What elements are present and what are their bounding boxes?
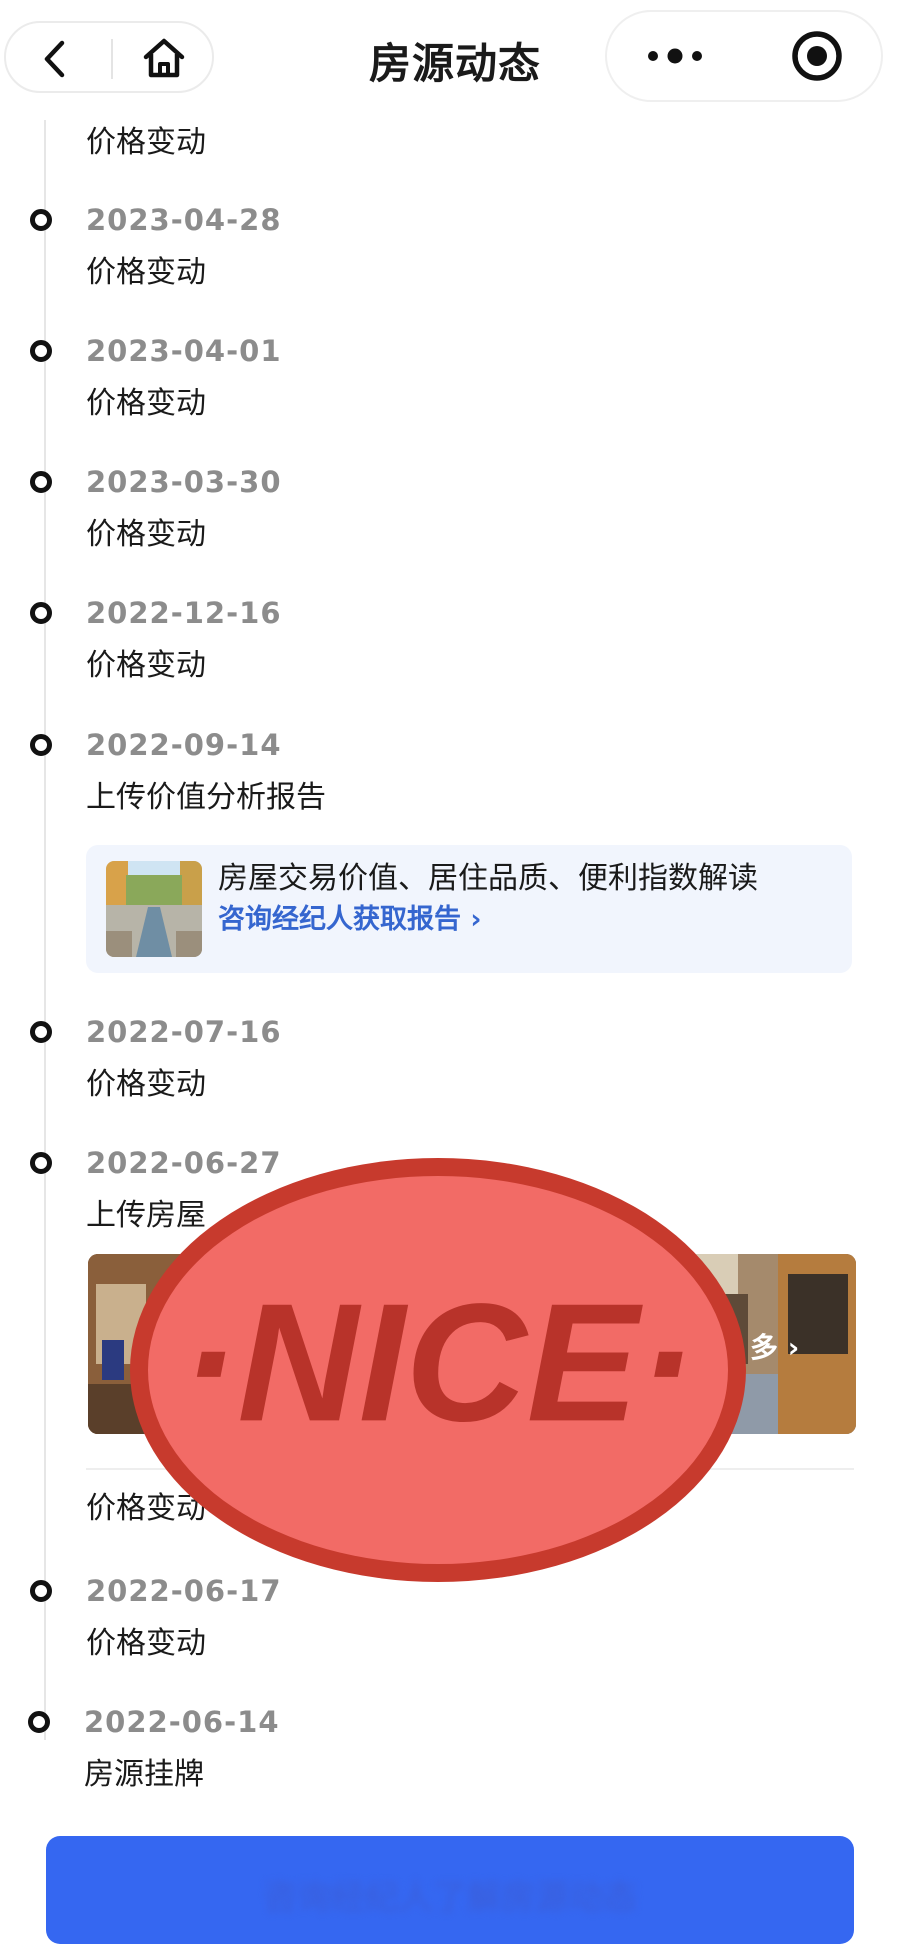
timeline-dot xyxy=(30,340,52,362)
timeline-event: 价格变动 xyxy=(86,648,206,683)
header: 房源动态 xyxy=(0,0,910,120)
timeline-date: 2022-07-16 xyxy=(86,1015,282,1049)
timeline-event: 房源挂牌 xyxy=(84,1757,204,1792)
timeline-dot xyxy=(30,471,52,493)
timeline-date: 2023-03-30 xyxy=(86,465,282,499)
timeline-event: 价格变动 xyxy=(86,255,206,290)
timeline-dot xyxy=(30,1021,52,1043)
more-dots-icon xyxy=(648,48,702,64)
report-card[interactable]: 房屋交易价值、居住品质、便利指数解读 咨询经纪人获取报告 › xyxy=(86,845,852,973)
menu-capsule xyxy=(605,10,883,102)
record-button[interactable] xyxy=(789,28,845,84)
timeline-event: 价格变动 xyxy=(86,386,206,421)
timeline-date: 2022-12-16 xyxy=(86,596,282,630)
timeline-date: 2023-04-01 xyxy=(86,334,282,368)
contact-agent-button[interactable]: 咨询经纪人了解房源动态 xyxy=(46,1836,854,1944)
timeline-date: 2023-04-28 xyxy=(86,203,282,237)
report-thumbnail xyxy=(106,861,202,957)
chevron-right-icon: › xyxy=(787,1331,800,1364)
more-button[interactable] xyxy=(645,38,705,74)
timeline-line xyxy=(44,120,46,1740)
timeline-dot xyxy=(30,1580,52,1602)
timeline-dot xyxy=(30,734,52,756)
contact-agent-button-label: 咨询经纪人了解房源动态 xyxy=(263,1878,637,1918)
report-description: 房屋交易价值、居住品质、便利指数解读 xyxy=(218,861,758,896)
timeline-date: 2022-06-14 xyxy=(84,1705,280,1739)
nice-stamp-graphic: ·NICE· xyxy=(130,1158,746,1582)
nice-stamp: ·NICE· xyxy=(120,1148,760,1588)
timeline-event-top: 价格变动 xyxy=(86,125,206,160)
timeline-dot xyxy=(30,209,52,231)
page: 房源动态 价格变动 2023-04-28 价格变动 2023-04-01 价格变… xyxy=(0,0,910,1954)
timeline-dot xyxy=(28,1711,50,1733)
garden-pool-image xyxy=(106,861,202,957)
timeline-dot xyxy=(30,1152,52,1174)
timeline-event: 上传价值分析报告 xyxy=(86,780,326,815)
report-link[interactable]: 咨询经纪人获取报告 › xyxy=(218,901,482,939)
timeline-date: 2022-09-14 xyxy=(86,728,282,762)
record-icon xyxy=(792,31,842,81)
timeline-event: 价格变动 xyxy=(86,1067,206,1102)
timeline-event: 价格变动 xyxy=(86,517,206,552)
timeline-event: 价格变动 xyxy=(86,1626,206,1661)
chevron-right-icon: › xyxy=(470,904,482,935)
nice-stamp-text: ·NICE· xyxy=(181,1268,694,1456)
timeline-dot xyxy=(30,602,52,624)
report-link-label: 咨询经纪人获取报告 xyxy=(218,904,461,935)
